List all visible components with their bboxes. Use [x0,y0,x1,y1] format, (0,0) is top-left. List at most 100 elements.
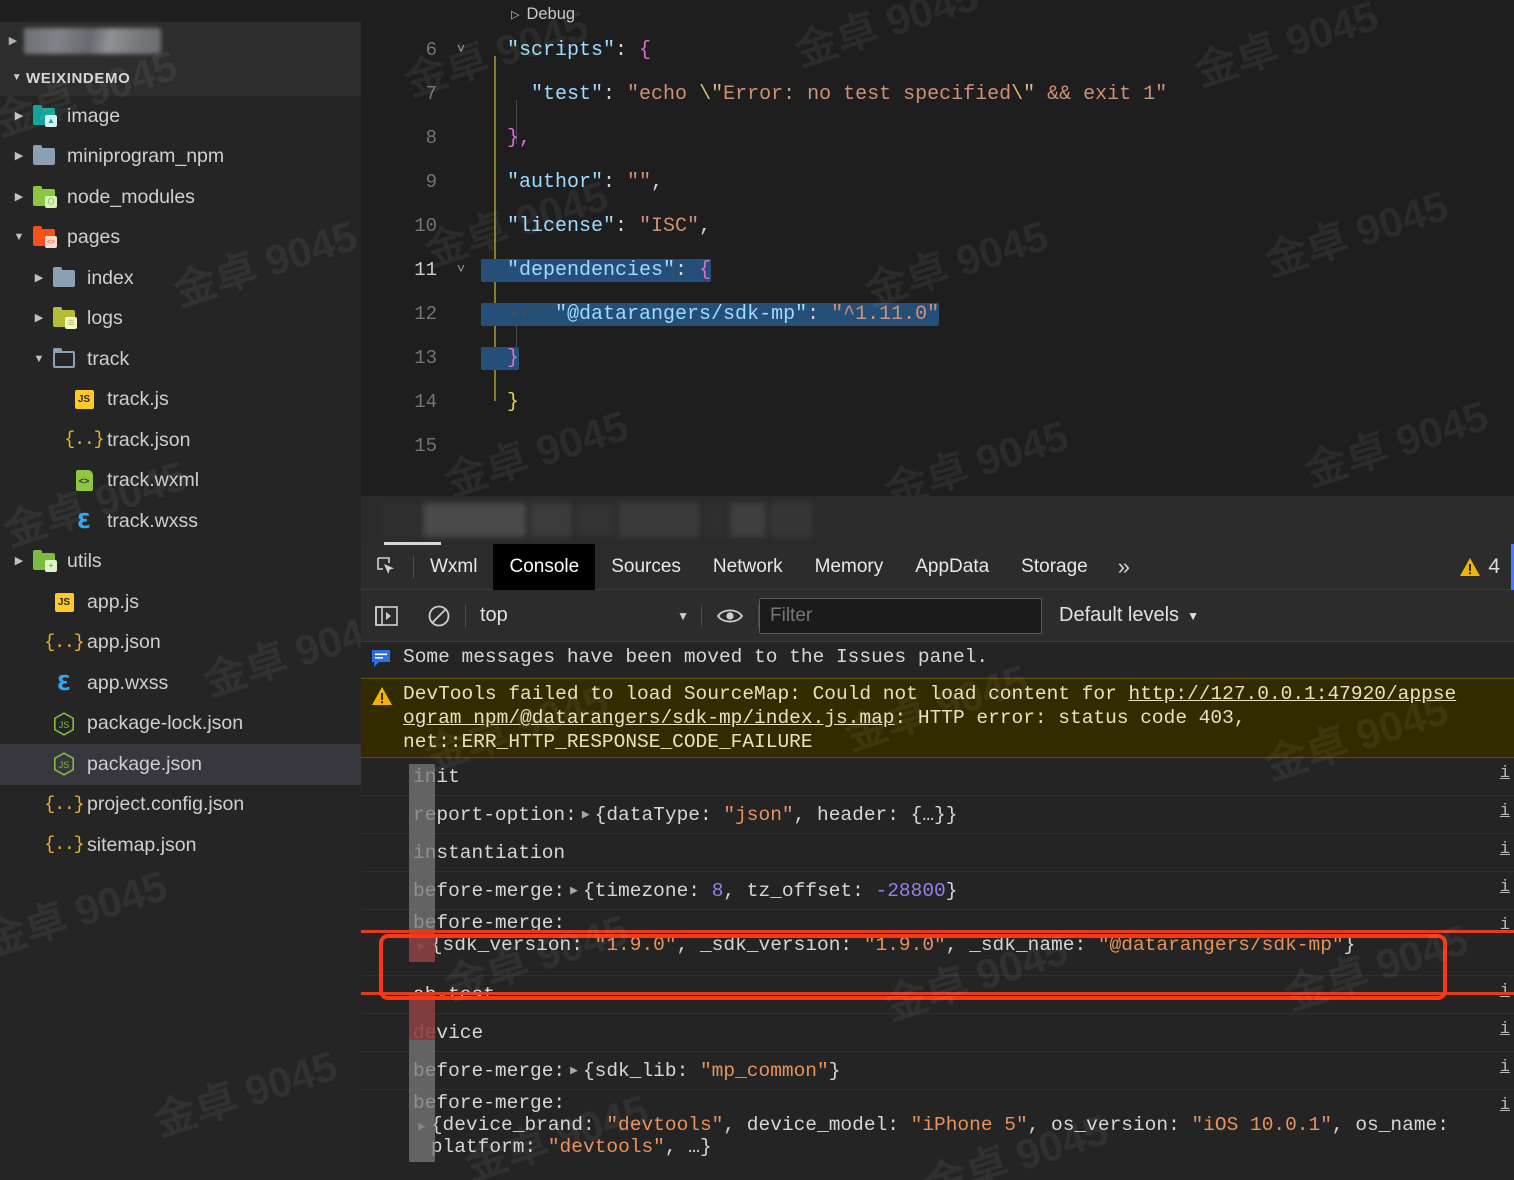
file-tree-item[interactable]: ▶ ☰ logs [0,299,361,340]
log-object-value: {sdk_lib: "mp_common"} [582,1059,841,1082]
log-source-link[interactable]: i [1500,1096,1510,1115]
json-key: "@datarangers/sdk-mp" [555,302,808,326]
live-expression-eye-icon[interactable] [702,607,758,625]
file-tree-item[interactable]: {..} sitemap.json [0,825,361,866]
log-source-link[interactable]: i [1500,1020,1510,1039]
log-source-link[interactable]: i [1500,802,1510,821]
debug-breadcrumb[interactable]: ▷ Debug [361,0,1514,28]
warning-counter[interactable]: 4 [1459,555,1514,579]
console-warning-message[interactable]: DevTools failed to load SourceMap: Could… [361,678,1514,758]
more-tabs-button[interactable]: » [1104,544,1144,590]
log-levels-select[interactable]: Default levels ▼ [1059,604,1199,627]
tab-blurred[interactable] [618,503,700,537]
console-scroll-error-mark-2 [409,994,435,1040]
console-scroll-thumb-lower[interactable] [409,1040,435,1162]
sourcemap-url-link-part1[interactable]: http://127.0.0.1:47920/appse [1129,683,1457,705]
tab-blurred[interactable] [381,503,419,537]
chevron-right-icon[interactable]: ▶ [8,556,30,567]
tab-blurred[interactable] [704,503,726,537]
console-log-row[interactable]: instantiation i [361,834,1514,872]
chevron-down-icon[interactable]: ▼ [8,232,30,243]
workspace-root-row[interactable]: ▶ [0,22,361,60]
file-tree-item[interactable]: JS app.js [0,582,361,623]
tab-blurred[interactable] [770,503,812,537]
file-tree-item[interactable]: {..} track.json [0,420,361,461]
file-tree-item[interactable]: Ɛapp.wxss [0,663,361,704]
log-source-link[interactable]: i [1500,840,1510,859]
tab-appdata[interactable]: AppData [899,544,1005,590]
file-tree-item-label: miniprogram_npm [67,145,225,168]
file-tree-item[interactable]: ▶ + utils [0,542,361,583]
fold-arrow-icon[interactable]: ˅ [441,42,481,58]
file-tree-item[interactable]: ▼ track [0,339,361,380]
tab-network[interactable]: Network [697,544,799,590]
log-source-link[interactable]: i [1500,878,1510,897]
execution-context-select[interactable]: top ▼ [466,601,701,631]
console-messages[interactable]: Some messages have been moved to the Iss… [361,642,1514,1180]
file-tree-item[interactable]: JS track.js [0,380,361,421]
colon: : [675,258,700,282]
console-log-row[interactable]: before-merge:▶{sdk_version: "1.9.0", _sd… [361,910,1514,976]
inspect-element-icon[interactable] [361,556,413,578]
console-log-row[interactable]: device i [361,1014,1514,1052]
file-tree-item[interactable]: ▶ ⬡ node_modules [0,177,361,218]
tab-blurred-active[interactable] [423,503,526,537]
colon: : [807,302,832,326]
console-log-row[interactable]: report-option: ▶ {dataType: "json", header… [361,796,1514,834]
log-source-link[interactable]: i [1500,1058,1510,1077]
chevron-down-icon[interactable]: ▼ [28,353,50,365]
expand-triangle-icon[interactable]: ▶ [570,883,578,898]
console-log-row[interactable]: before-merge: ▶ {timezone: 8, tz_offset: -… [361,872,1514,910]
log-label: before-merge: [413,1092,566,1114]
tab-blurred[interactable] [530,503,572,537]
code-text: } [507,390,520,414]
code-text: }, [507,126,532,150]
editor-tab-strip[interactable] [361,496,1514,544]
console-log-row[interactable]: ab-testi [361,976,1514,1014]
file-tree-item[interactable]: JS package-lock.json [0,704,361,745]
folder-pages-icon-wrap: <> [30,226,58,249]
tab-blurred[interactable] [576,503,614,537]
file-tree-item[interactable]: ▶ index [0,258,361,299]
code-lines[interactable]: 6 ˅ "scripts": { 7 "test": "echo \"Error… [361,28,1514,468]
file-tree-item-label: node_modules [67,185,195,208]
file-tree-item-label: track [87,347,130,370]
execution-context-value: top [480,604,508,626]
console-filter-input[interactable] [759,597,1042,634]
file-tree-item-label: app.wxss [87,671,169,694]
file-tree-item-label: app.js [87,590,140,613]
console-scroll-thumb-upper[interactable] [409,764,435,934]
tab-sources[interactable]: Sources [595,544,697,590]
tab-storage[interactable]: Storage [1005,544,1104,590]
file-tree-item[interactable]: ▼ <> pages [0,218,361,259]
tab-blurred[interactable] [730,503,766,537]
console-log-row[interactable]: before-merge:▶{device_brand: "devtools",… [361,1090,1514,1180]
chevron-right-icon[interactable]: ▶ [8,110,30,122]
expand-triangle-icon[interactable]: ▶ [570,1063,578,1078]
file-tree-item[interactable]: JS package.json [0,744,361,785]
chevron-right-icon[interactable]: ▶ [28,272,50,284]
file-tree-item[interactable]: Ɛtrack.wxss [0,501,361,542]
file-tree-item[interactable]: {..} app.json [0,623,361,664]
project-root-row[interactable]: ▼ WEIXINDEMO [0,60,361,96]
fold-arrow-icon[interactable]: ˅ [441,262,481,278]
console-sidebar-toggle-icon[interactable] [361,605,413,627]
clear-console-icon[interactable] [413,604,465,628]
log-source-link[interactable]: i [1500,764,1510,783]
chevron-down-icon: ▼ [1187,608,1199,623]
chevron-right-icon[interactable]: ▶ [8,151,30,162]
tab-wxml[interactable]: Wxml [414,544,493,590]
file-tree-item[interactable]: ▶ miniprogram_npm [0,137,361,178]
console-log-row[interactable]: before-merge: ▶ {sdk_lib: "mp_common"} i [361,1052,1514,1090]
chevron-right-icon[interactable]: ▶ [28,313,50,324]
file-tree-item[interactable]: {..} project.config.json [0,785,361,826]
sourcemap-url-link-part2[interactable]: ogram_npm/@datarangers/sdk-mp/index.js.m… [403,707,894,729]
console-info-message[interactable]: Some messages have been moved to the Iss… [361,642,1514,678]
tab-memory[interactable]: Memory [799,544,900,590]
chevron-right-icon[interactable]: ▶ [8,191,30,203]
file-tree-item[interactable]: ▶ ▲ image [0,96,361,137]
tab-console[interactable]: Console [493,543,596,590]
expand-triangle-icon[interactable]: ▶ [582,807,590,822]
console-log-row[interactable]: init i [361,758,1514,796]
file-tree-item[interactable]: <> track.wxml [0,461,361,502]
